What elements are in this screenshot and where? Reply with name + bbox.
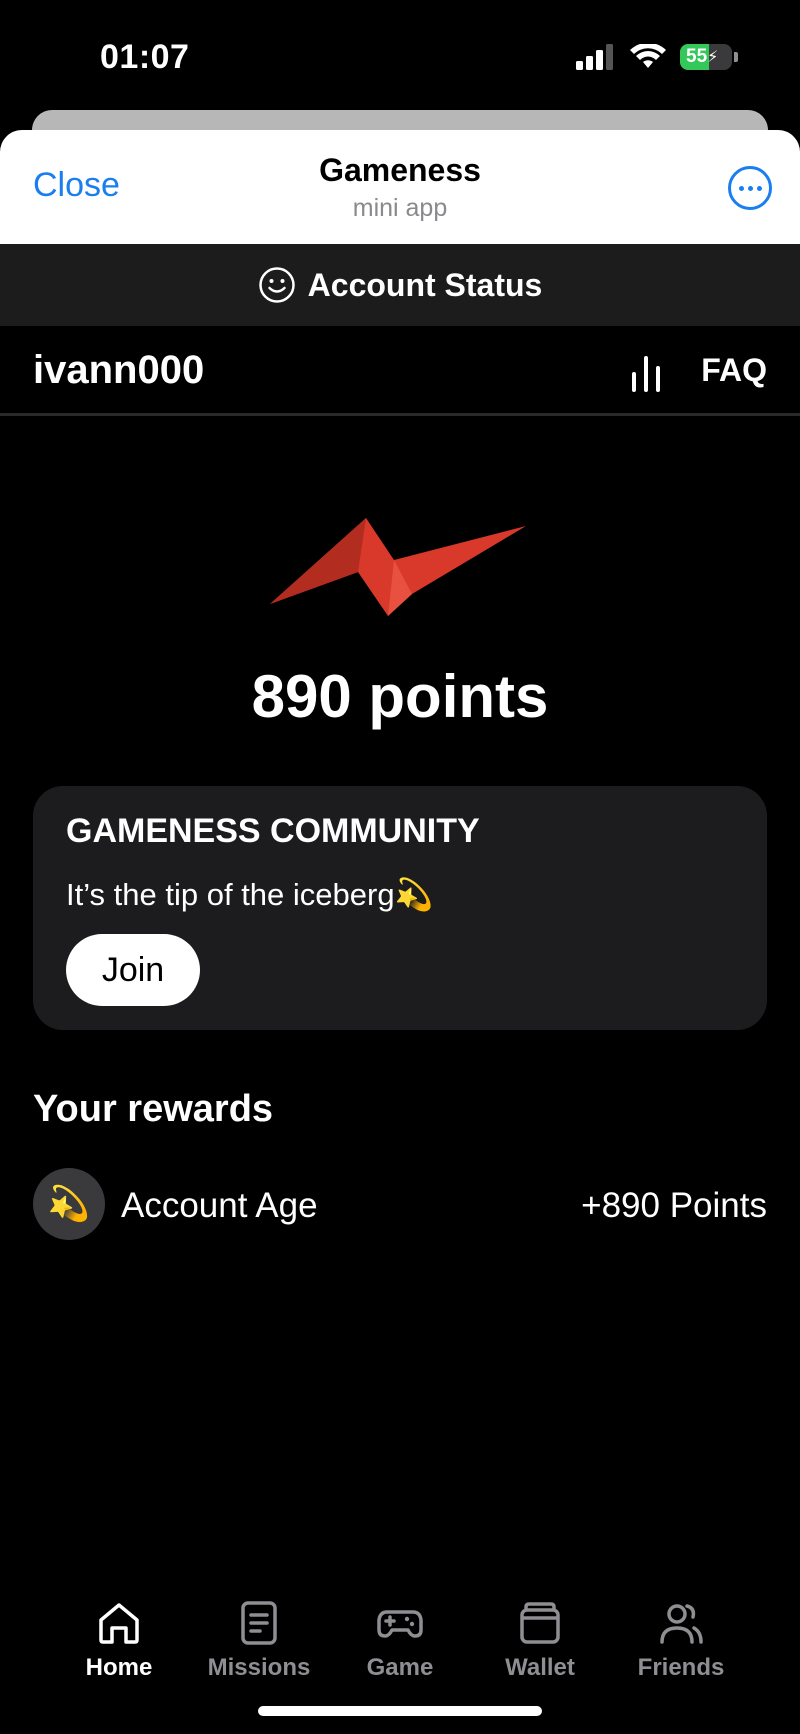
tab-label: Game <box>366 1654 434 1681</box>
reward-emoji: 💫 <box>47 1185 91 1223</box>
tab-label: Missions <box>207 1654 311 1681</box>
gameness-logo <box>270 518 526 616</box>
app-subtitle: mini app <box>352 194 448 222</box>
reward-row: 💫 Account Age +890 Points <box>33 1168 767 1242</box>
rewards-heading: Your rewards <box>33 1088 274 1130</box>
tab-label: Friends <box>637 1654 725 1681</box>
community-title: GAMENESS COMMUNITY <box>66 812 480 850</box>
battery-percent: 55 <box>686 46 708 67</box>
more-options-button[interactable] <box>728 166 772 210</box>
reward-name: Account Age <box>121 1186 318 1225</box>
wifi-icon <box>630 44 666 68</box>
more-dot <box>747 185 753 191</box>
tab-label: Home <box>85 1654 153 1681</box>
faq-link[interactable]: FAQ <box>701 352 767 389</box>
charging-bolt-icon: ⚡ <box>707 49 719 66</box>
bottom-tab-bar: Home Missions Game Wallet Friends <box>0 1600 800 1700</box>
community-text: It’s the tip of the iceberg💫 <box>66 876 433 913</box>
wallet-icon <box>520 1602 560 1644</box>
tab-friends[interactable]: Friends <box>611 1600 751 1682</box>
battery-indicator: 55 ⚡ <box>680 44 732 70</box>
username: ivann000 <box>33 348 205 392</box>
account-status-label: Account Status <box>307 266 543 303</box>
community-text-body: It’s the tip of the iceberg <box>66 877 395 912</box>
dizzy-icon: 💫 <box>33 1168 105 1240</box>
points-total: 890 points <box>251 663 549 730</box>
mini-app-header: Close Gameness mini app <box>0 130 800 244</box>
tab-label: Wallet <box>505 1654 575 1681</box>
document-icon <box>241 1601 277 1645</box>
status-icons: 55 ⚡ <box>576 44 738 70</box>
more-dot <box>756 185 762 191</box>
dizzy-icon: 💫 <box>394 877 434 912</box>
tab-home[interactable]: Home <box>49 1600 189 1682</box>
gamepad-icon <box>377 1610 423 1638</box>
reward-value: +890 Points <box>581 1186 767 1225</box>
status-bar: 01:07 55 ⚡ <box>0 0 800 110</box>
community-card: GAMENESS COMMUNITY It’s the tip of the i… <box>33 786 767 1030</box>
leaderboard-icon[interactable] <box>630 356 662 392</box>
status-time: 01:07 <box>100 38 190 76</box>
user-row: ivann000 FAQ <box>0 326 800 416</box>
battery-tip <box>734 52 738 62</box>
signal-icon <box>576 44 613 70</box>
join-button[interactable]: Join <box>66 934 200 1006</box>
home-icon <box>99 1603 139 1644</box>
home-indicator[interactable] <box>258 1706 542 1716</box>
account-status-bar[interactable]: Account Status <box>0 244 800 326</box>
friends-icon <box>660 1604 703 1644</box>
more-dot <box>738 185 744 191</box>
tab-missions[interactable]: Missions <box>189 1600 329 1682</box>
tab-game[interactable]: Game <box>330 1600 470 1682</box>
app-title: Gameness <box>319 152 481 188</box>
tab-wallet[interactable]: Wallet <box>470 1600 610 1682</box>
smiley-icon <box>258 267 295 303</box>
